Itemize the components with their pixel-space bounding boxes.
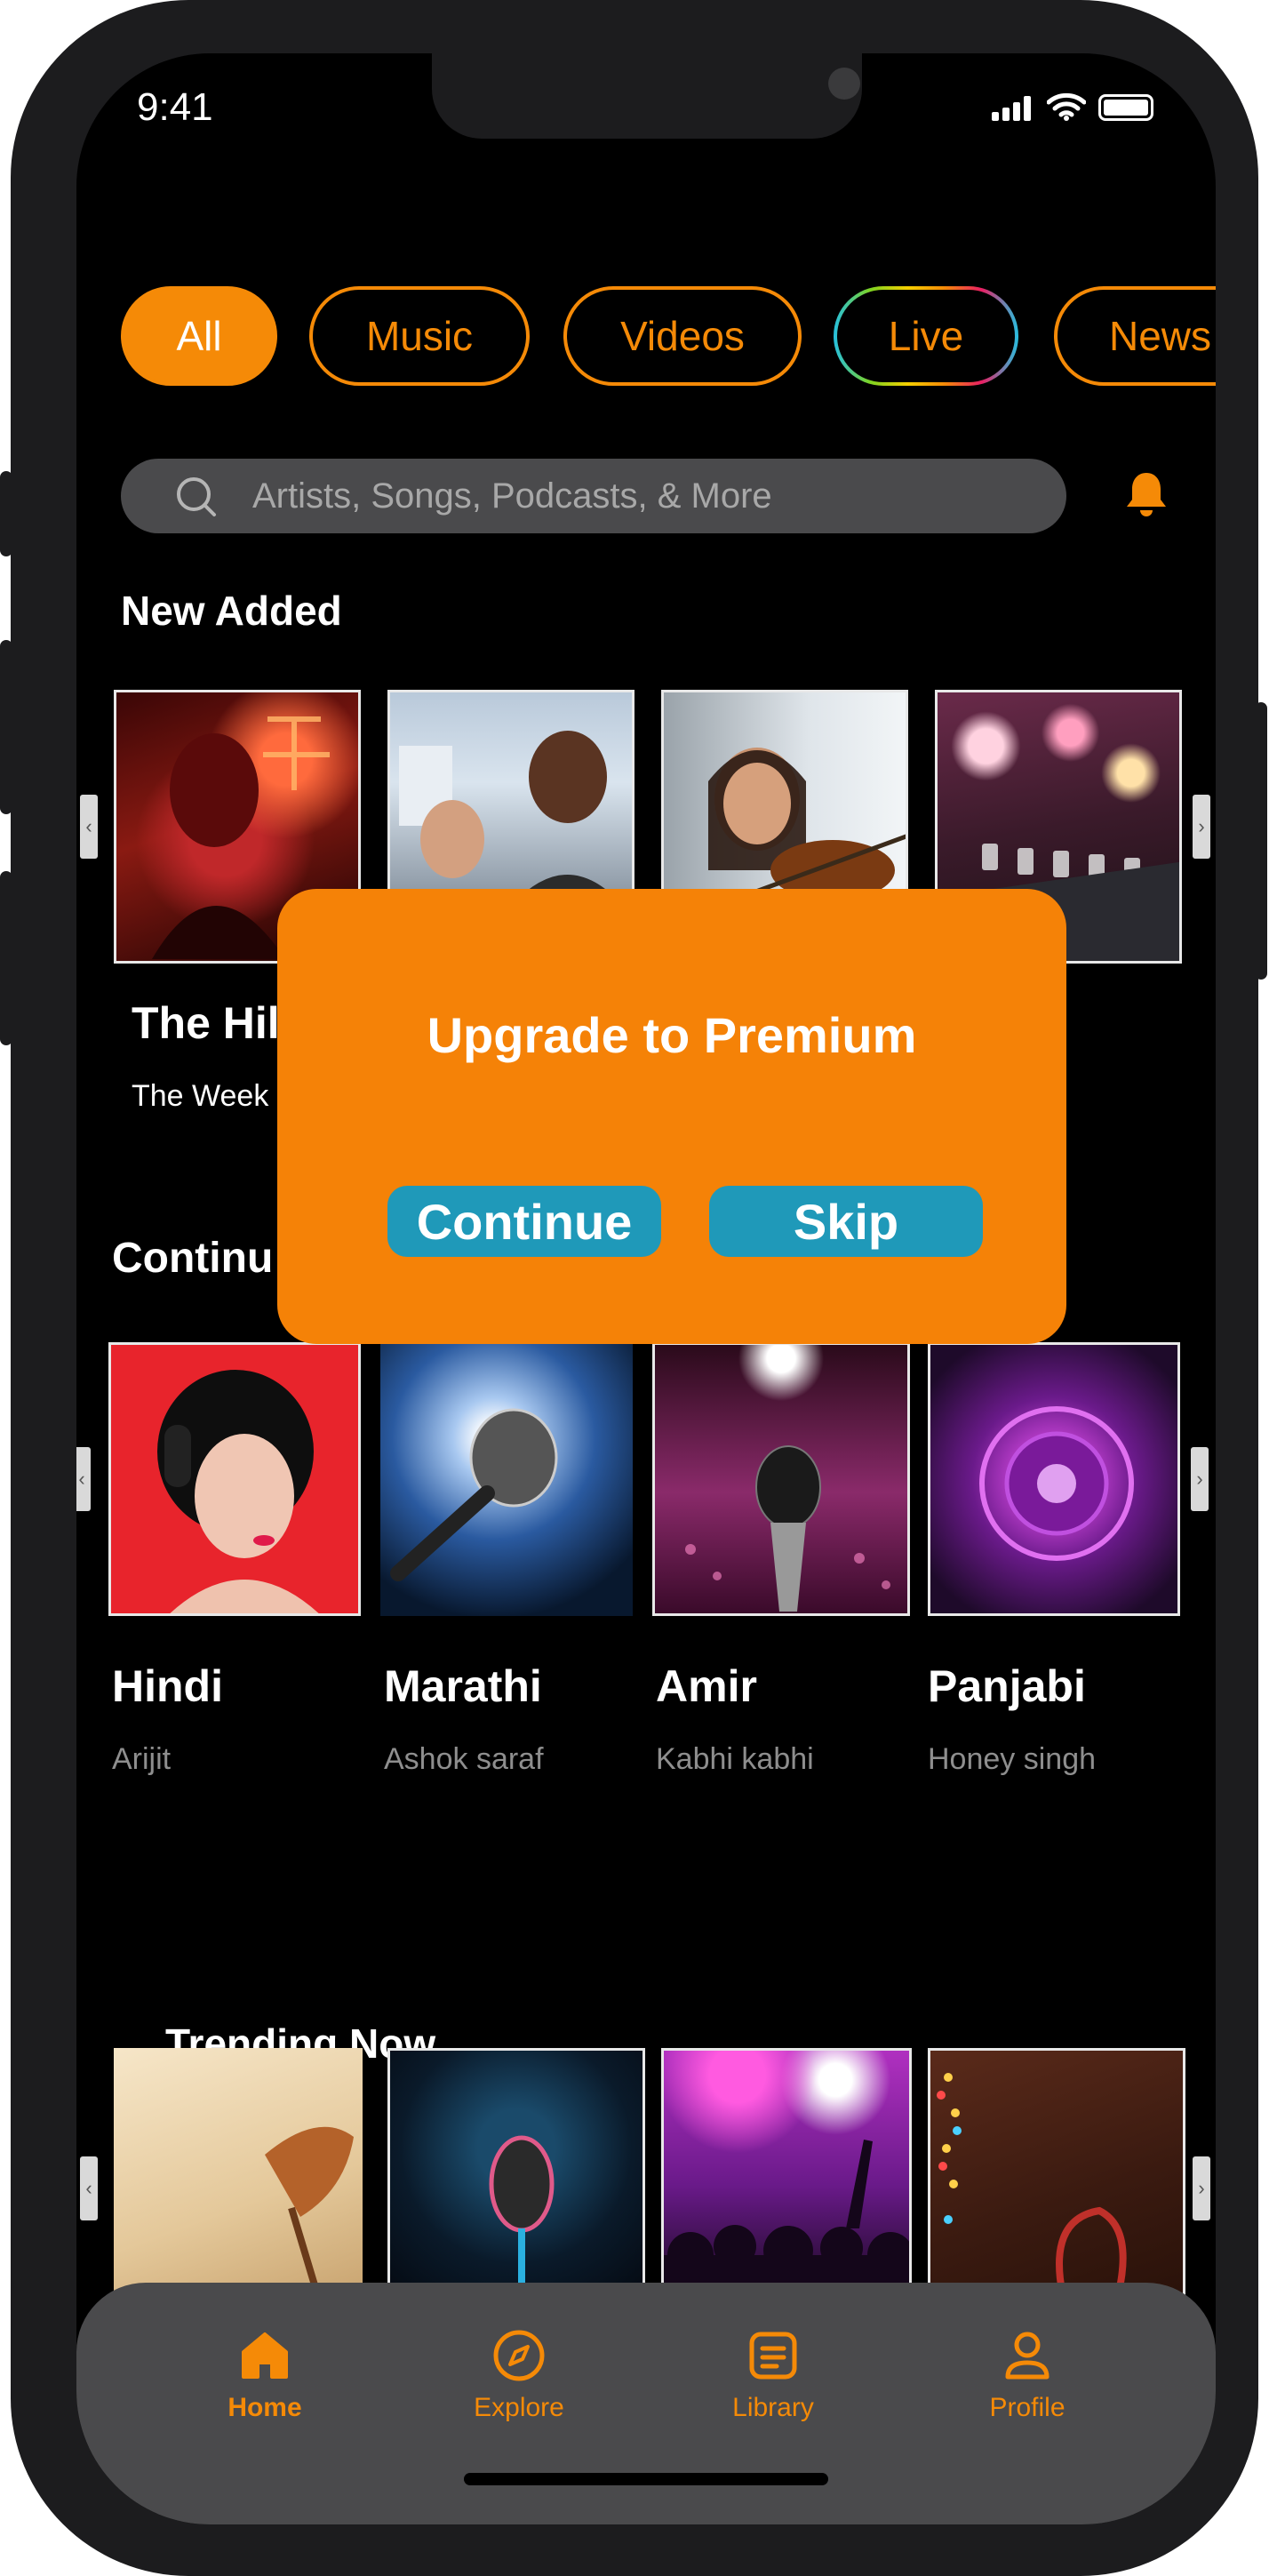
- tab-library-label: Library: [732, 2393, 814, 2422]
- stage-microphone-graphic: [685, 1445, 890, 1612]
- continue-card-subtitle-3: Kabhi kabhi: [656, 1742, 814, 1776]
- app-screen: 9:41 All Music Videos Live News Artists,…: [76, 53, 1216, 2524]
- continue-thumb-hindi[interactable]: [108, 1342, 361, 1616]
- modal-title: Upgrade to Premium: [427, 1007, 917, 1063]
- new-added-card-subtitle: The Week: [132, 1079, 269, 1113]
- trending-next-arrow[interactable]: ›: [1193, 2156, 1210, 2220]
- trending-thumb-2[interactable]: [387, 2048, 645, 2297]
- continue-card-subtitle-2: Ashok saraf: [384, 1742, 544, 1776]
- search-placeholder: Artists, Songs, Podcasts, & More: [252, 476, 772, 516]
- new-added-next-arrow[interactable]: ›: [1193, 795, 1210, 859]
- filter-chips: All Music Videos Live News: [121, 286, 1216, 389]
- continue-prev-arrow[interactable]: ‹: [76, 1447, 91, 1511]
- speaker-graphic: [979, 1406, 1134, 1561]
- continue-card-subtitle-4: Honey singh: [928, 1742, 1097, 1776]
- chip-music[interactable]: Music: [309, 286, 530, 386]
- profile-icon: [1005, 2332, 1050, 2380]
- new-added-thumb-2[interactable]: [387, 690, 634, 921]
- continue-title: Continu: [112, 1235, 274, 1282]
- continue-button[interactable]: Continue: [387, 1186, 661, 1257]
- continue-next-arrow[interactable]: ›: [1191, 1447, 1209, 1511]
- tab-library[interactable]: Library: [684, 2327, 862, 2423]
- studio-mic-graphic: [489, 2135, 555, 2294]
- trending-thumb-3[interactable]: [661, 2048, 912, 2297]
- continue-thumb-amir[interactable]: [652, 1342, 910, 1616]
- continue-card-title-4: Panjabi: [928, 1661, 1086, 1711]
- tab-home-label: Home: [227, 2393, 302, 2422]
- tab-profile[interactable]: Profile: [938, 2327, 1116, 2423]
- notch: [432, 53, 862, 139]
- continue-card-subtitle-1: Arijit: [112, 1742, 172, 1776]
- friends-listening-graphic: [399, 731, 632, 918]
- new-added-card-title: The Hil: [132, 998, 280, 1048]
- status-icons: [992, 92, 1153, 121]
- search-icon: [177, 477, 216, 516]
- side-button-power: [1255, 702, 1267, 980]
- violinist-graphic: [708, 748, 906, 908]
- phone-frame: 9:41 All Music Videos Live News Artists,…: [0, 0, 1267, 2576]
- tab-explore-label: Explore: [474, 2393, 564, 2422]
- new-added-thumb-3[interactable]: [661, 690, 908, 921]
- bottom-tab-bar: Home Explore Library Profile: [76, 2283, 1216, 2524]
- gramophone-graphic: [265, 2126, 354, 2297]
- continue-card-title-3: Amir: [656, 1661, 757, 1711]
- home-icon: [242, 2332, 288, 2379]
- chip-all[interactable]: All: [121, 286, 277, 386]
- trending-thumb-4[interactable]: [928, 2048, 1185, 2297]
- chip-live[interactable]: Live: [834, 286, 1018, 386]
- concert-crowd-graphic: [664, 2140, 909, 2294]
- trending-prev-arrow[interactable]: ‹: [80, 2156, 98, 2220]
- new-added-prev-arrow[interactable]: ‹: [80, 795, 98, 859]
- skip-button[interactable]: Skip: [709, 1186, 983, 1257]
- tab-explore[interactable]: Explore: [430, 2327, 608, 2423]
- compass-icon: [493, 2330, 545, 2381]
- tab-home[interactable]: Home: [176, 2327, 354, 2423]
- front-camera: [828, 68, 860, 100]
- notification-bell-icon[interactable]: [1123, 469, 1169, 519]
- home-indicator: [464, 2473, 828, 2485]
- search-bar[interactable]: Artists, Songs, Podcasts, & More: [121, 459, 1066, 533]
- chip-videos[interactable]: Videos: [563, 286, 802, 386]
- cellular-signal-icon: [992, 96, 1034, 121]
- guitar-lights-graphic: [937, 2073, 1127, 2294]
- library-icon: [749, 2332, 797, 2380]
- battery-icon: [1098, 94, 1153, 121]
- headphones-woman-graphic: [157, 1370, 319, 1613]
- status-time: 9:41: [137, 85, 213, 129]
- side-button-volume-up: [0, 640, 12, 814]
- continue-card-title-1: Hindi: [112, 1661, 223, 1711]
- continue-card-title-2: Marathi: [384, 1661, 542, 1711]
- tab-profile-label: Profile: [989, 2393, 1065, 2422]
- chip-news[interactable]: News: [1054, 286, 1216, 386]
- continue-thumb-panjabi[interactable]: [928, 1342, 1180, 1616]
- new-added-title: New Added: [121, 588, 342, 634]
- upgrade-modal: Upgrade to Premium Continue Skip: [277, 889, 1066, 1344]
- continue-thumb-marathi[interactable]: [380, 1342, 633, 1616]
- trending-thumb-1[interactable]: [114, 2048, 363, 2297]
- microphone-graphic: [390, 1408, 558, 1581]
- side-button-mute: [0, 471, 12, 556]
- side-button-volume-down: [0, 871, 12, 1045]
- wifi-icon: [1047, 92, 1086, 121]
